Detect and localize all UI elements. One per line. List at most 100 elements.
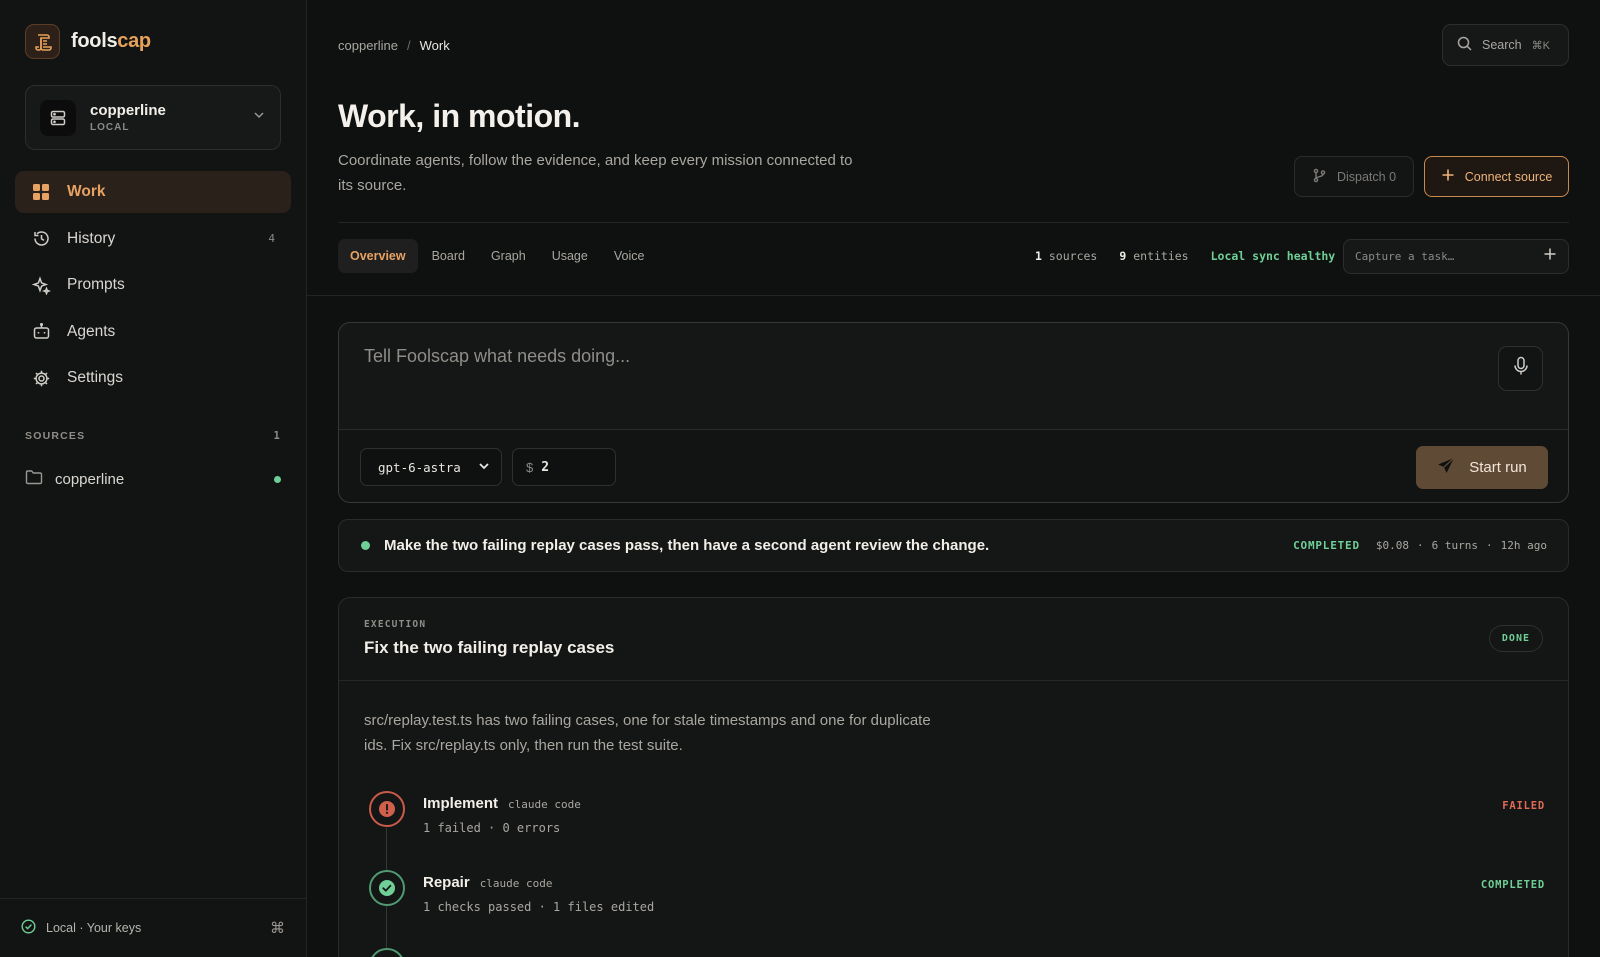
brand[interactable]: foolscap [25,24,151,59]
step-detail: 1 checks passed · 1 files edited [423,900,655,914]
plus-icon[interactable] [1543,247,1557,266]
check-icon [369,870,405,906]
tab-usage[interactable]: Usage [540,239,600,273]
step-implement[interactable]: Implement claude code 1 failed · 0 error… [369,791,1545,841]
gear-icon [31,368,51,388]
chevron-down-icon [477,459,491,476]
search-button[interactable]: Search ⌘K [1442,24,1569,66]
step-name: Repair [423,874,470,891]
main-content: copperline / Work Search ⌘K Work, in motio… [307,0,1600,957]
composer-toolbar: gpt-6-astra $ 2 Start run [339,429,1568,502]
check-circle-icon [21,919,36,937]
chevron-down-icon [252,108,266,127]
step-status: FAILED [1502,800,1545,812]
main-nav: Work History 4 Prompts Agents Settings [15,171,291,404]
breadcrumb: copperline / Work [338,38,450,53]
page-subtitle: Coordinate agents, follow the evidence, … [338,152,853,194]
dispatch-label: Dispatch 0 [1336,169,1397,184]
grid-icon [31,182,51,202]
sources-heading: SOURCES 1 [25,430,281,442]
execution-kicker: EXECUTION [364,619,427,630]
execution-title: Fix the two failing replay cases [364,638,615,657]
nav-label: Agents [67,322,116,340]
breadcrumb-current: Work [419,38,450,53]
source-item-copperline[interactable]: copperline [25,466,281,492]
capture-task-input[interactable] [1355,250,1543,263]
tab-voice[interactable]: Voice [602,239,657,273]
sidebar-footer: Local · Your keys ⌘ [0,898,306,957]
nav-label: Prompts [67,276,125,294]
source-label: copperline [55,470,125,488]
branch-icon [1312,168,1327,186]
alert-icon [369,791,405,827]
dollar-icon: $ [526,459,534,475]
step-agent: claude code [479,877,553,890]
execution-header: EXECUTION Fix the two failing replay cas… [339,598,1568,681]
microphone-icon [1513,356,1529,381]
nav-item-history[interactable]: History 4 [15,218,291,260]
search-icon [1457,36,1472,54]
footer-label: Local · Your keys [46,921,142,935]
capture-task-field [1343,239,1569,274]
tab-graph[interactable]: Graph [479,239,538,273]
send-icon [1437,457,1455,479]
run-turns: 6 turns [1431,539,1479,552]
source-status-dot [274,475,281,483]
page-title: Work, in motion. [338,98,581,134]
run-summary-row[interactable]: Make the two failing replay cases pass, … [338,519,1569,572]
microphone-button[interactable] [1498,346,1543,391]
nav-item-prompts[interactable]: Prompts [15,264,291,306]
sparkle-icon [31,275,51,295]
tab-board[interactable]: Board [420,239,477,273]
folder-icon [25,469,45,489]
budget-field[interactable]: $ 2 [512,448,616,486]
sync-status: Local sync healthy [1210,249,1336,263]
check-icon [369,948,405,957]
model-value: gpt-6-astra [378,459,461,475]
connect-source-button[interactable]: Connect source [1424,156,1569,197]
run-meta: COMPLETED $0.08 · 6 turns · 12h ago [1293,539,1547,552]
step-agent: claude code [508,798,581,811]
plus-icon [1441,168,1455,185]
nav-item-agents[interactable]: Agents [15,311,291,353]
search-label: Search [1482,38,1522,52]
entities-stat: 9 entities [1119,249,1189,263]
foolscap-logo-icon [25,24,60,59]
status-badge: DONE [1488,625,1543,652]
search-shortcut: ⌘K [1531,39,1550,52]
nav-label: Settings [67,369,124,387]
start-run-button[interactable]: Start run [1416,446,1548,489]
view-tabs: Overview Board Graph Usage Voice [338,239,656,273]
history-icon [31,229,51,249]
nav-item-settings[interactable]: Settings [15,357,291,399]
connect-label: Connect source [1464,169,1553,184]
divider [338,222,1569,223]
nav-count: 4 [268,232,275,246]
task-prompt-input[interactable] [364,346,1444,406]
run-prompt: Make the two failing replay cases pass, … [384,537,990,554]
sources-count: 1 [273,430,281,442]
workspace-name: copperline [90,102,166,119]
run-cost: $0.08 [1375,539,1410,552]
run-age: 12h ago [1500,539,1547,552]
step-repair[interactable]: Repair claude code 1 checks passed · 1 f… [369,870,1545,920]
model-select[interactable]: gpt-6-astra [360,448,502,486]
brand-name: foolscap [71,30,151,52]
sources-stat: 1 sources [1035,249,1098,263]
breadcrumb-parent[interactable]: copperline [338,38,398,53]
workspace-kind: LOCAL [90,122,130,133]
sidebar: foolscap copperline LOCAL Work History 4… [0,0,307,957]
command-shortcut-icon[interactable]: ⌘ [270,919,285,937]
step-detail: 1 failed · 0 errors [423,821,561,835]
nav-label: Work [67,183,106,200]
tab-overview[interactable]: Overview [338,239,418,273]
step-name: Implement [423,795,499,812]
dispatch-button[interactable]: Dispatch 0 [1294,156,1414,197]
execution-description: src/replay.test.ts has two failing cases… [364,712,931,754]
workspace-switcher[interactable]: copperline LOCAL [25,85,281,150]
execution-card: EXECUTION Fix the two failing replay cas… [338,597,1569,957]
nav-label: History [67,229,116,247]
nav-item-work[interactable]: Work [15,171,291,213]
divider [307,295,1600,296]
start-run-label: Start run [1469,459,1527,476]
